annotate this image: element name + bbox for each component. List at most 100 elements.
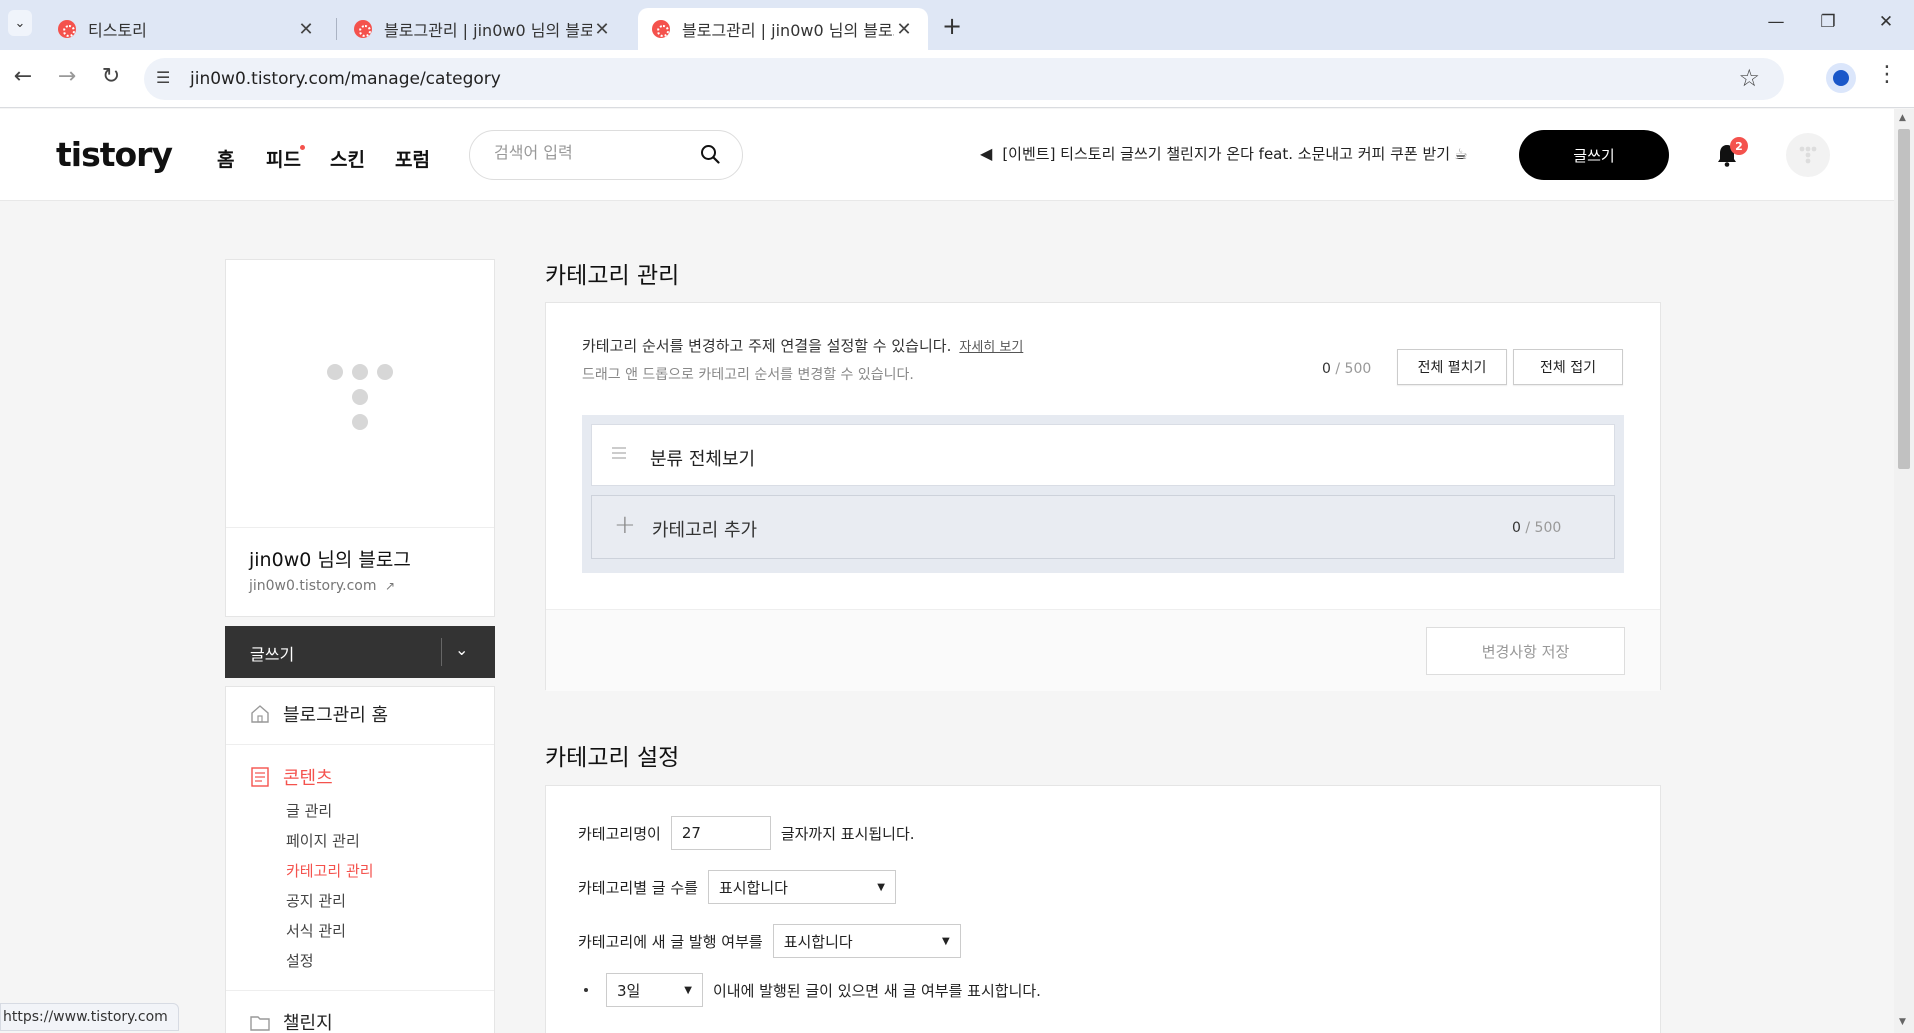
tistory-logo[interactable]: tistory (56, 135, 173, 174)
select-value: 표시합니다 (718, 878, 788, 897)
sidebar-item-home[interactable]: 블로그관리 홈 (249, 701, 388, 727)
url-text[interactable]: jin0w0.tistory.com/manage/category (190, 69, 501, 89)
tistory-favicon-icon (652, 20, 670, 38)
sidebar-item-category[interactable]: 카테고리 관리 (286, 860, 374, 881)
sidebar-menu: 블로그관리 홈 콘텐츠 글 관리 페이지 관리 카테고리 관리 공지 관리 서식… (225, 686, 495, 1033)
add-count: 0 (1512, 520, 1521, 536)
add-category-label[interactable]: 카테고리 추가 (652, 516, 757, 542)
plus-icon[interactable]: + (614, 510, 636, 540)
add-max: / 500 (1525, 520, 1562, 536)
tab-title: 블로그관리 | jin0w0 님의 블로그 (682, 21, 894, 40)
folder-icon (250, 1016, 270, 1031)
blog-url-link[interactable]: jin0w0.tistory.com ↗ (249, 578, 395, 594)
category-tree: 분류 전체보기 + 카테고리 추가 0 / 500 (582, 415, 1624, 573)
expand-all-button[interactable]: 전체 펼치기 (1397, 349, 1507, 385)
chevron-down-icon[interactable]: ⌄ (455, 640, 468, 659)
browser-menu-icon[interactable]: ⋮ (1876, 62, 1898, 87)
category-count: 0 (1322, 361, 1331, 377)
setting-label: 카테고리에 새 글 발행 여부를 (578, 932, 763, 951)
category-counter: 0 / 500 (1322, 361, 1371, 377)
search-box (469, 130, 743, 180)
sidebar-item-settings[interactable]: 설정 (286, 950, 314, 971)
profile-icon[interactable] (1826, 63, 1856, 93)
page-scrollbar[interactable]: ▲ ▼ (1894, 109, 1914, 1033)
category-settings-panel: 카테고리명이 27 글자까지 표시됩니다. 카테고리별 글 수를 표시합니다 ▼… (545, 785, 1661, 1033)
blog-profile-image[interactable] (226, 260, 494, 528)
name-length-input[interactable]: 27 (670, 816, 771, 850)
address-bar: ← → ↻ ☰ jin0w0.tistory.com/manage/catego… (0, 50, 1914, 108)
nav-feed[interactable]: 피드 (266, 145, 301, 172)
restore-icon[interactable]: ❐ (1808, 12, 1848, 32)
panel-footer: 변경사항 저장 (546, 609, 1660, 691)
category-manage-title: 카테고리 관리 (545, 263, 680, 289)
save-changes-button[interactable]: 변경사항 저장 (1426, 627, 1625, 675)
sidebar-item-template[interactable]: 서식 관리 (286, 920, 346, 941)
browser-tab-3-active[interactable]: 블로그관리 | jin0w0 님의 블로그 ✕ (638, 8, 928, 50)
post-count-select[interactable]: 표시합니다 ▼ (707, 870, 896, 904)
tab-search-button[interactable]: ⌄ (8, 10, 32, 36)
nav-skin[interactable]: 스킨 (330, 145, 365, 172)
logo-dot (352, 414, 368, 430)
write-button[interactable]: 글쓰기 (1519, 130, 1669, 180)
forward-icon[interactable]: → (52, 64, 82, 89)
external-link-icon: ↗ (384, 579, 396, 593)
new-post-select[interactable]: 표시합니다 ▼ (772, 924, 961, 958)
category-row-all[interactable]: 분류 전체보기 (591, 424, 1615, 486)
tistory-dots-icon (1799, 146, 1817, 164)
event-text[interactable]: [이벤트] 티스토리 글쓰기 챌린지가 온다 feat. 소문내고 커피 쿠폰 … (1002, 143, 1450, 164)
blog-url-text[interactable]: jin0w0.tistory.com (249, 578, 377, 594)
close-icon[interactable]: ✕ (296, 19, 316, 40)
add-category-counter: 0 / 500 (1512, 520, 1561, 536)
sidebar-item-notice[interactable]: 공지 관리 (286, 890, 346, 911)
scroll-down-icon[interactable]: ▼ (1899, 1017, 1906, 1027)
divider (226, 990, 494, 991)
tistory-favicon-icon (58, 20, 76, 38)
drag-handle-icon[interactable] (612, 447, 626, 462)
nav-forum[interactable]: 포럼 (395, 145, 430, 172)
category-all-label[interactable]: 분류 전체보기 (650, 445, 755, 471)
minimize-icon[interactable]: — (1756, 12, 1796, 32)
collapse-all-button[interactable]: 전체 접기 (1513, 349, 1623, 385)
sidebar-write-button[interactable]: 글쓰기 ⌄ (225, 626, 495, 678)
select-value: 표시합니다 (783, 932, 853, 951)
browser-tab-2[interactable]: 블로그관리 | jin0w0 님의 블로그 ✕ (340, 8, 626, 50)
sidebar-item-posts[interactable]: 글 관리 (286, 800, 332, 821)
divider (226, 744, 494, 745)
close-icon[interactable]: ✕ (894, 19, 914, 40)
coffee-icon: ☕ (1454, 144, 1468, 163)
sidebar-write-label[interactable]: 글쓰기 (250, 641, 294, 665)
setting-new-days: 3일 ▼ 이내에 발행된 글이 있으면 새 글 여부를 표시합니다. (578, 973, 1041, 1007)
detail-link[interactable]: 자세히 보기 (959, 340, 1023, 355)
add-category-row[interactable]: + 카테고리 추가 0 / 500 (591, 495, 1615, 559)
back-icon[interactable]: ← (8, 64, 38, 89)
nav-home[interactable]: 홈 (217, 145, 234, 172)
event-notice[interactable]: ◀ [이벤트] 티스토리 글쓰기 챌린지가 온다 feat. 소문내고 커피 쿠… (980, 143, 1468, 164)
search-icon[interactable] (700, 144, 720, 164)
sidebar-section-content[interactable]: 콘텐츠 (249, 764, 333, 790)
drag-drop-hint: 드래그 앤 드롭으로 카테고리 순서를 변경할 수 있습니다. (582, 367, 914, 383)
site-settings-icon[interactable]: ☰ (156, 68, 170, 87)
bookmark-star-icon[interactable]: ☆ (1738, 64, 1760, 92)
avatar[interactable] (1786, 133, 1830, 177)
close-icon[interactable]: ✕ (592, 19, 612, 40)
new-tab-icon[interactable]: + (942, 12, 962, 40)
search-input[interactable] (494, 143, 684, 162)
omnibox[interactable]: ☰ jin0w0.tistory.com/manage/category ☆ (144, 58, 1784, 100)
caret-down-icon: ▼ (877, 881, 885, 893)
window-close-icon[interactable]: ✕ (1866, 12, 1906, 32)
reload-icon[interactable]: ↻ (96, 64, 126, 89)
sidebar-section-label[interactable]: 콘텐츠 (283, 764, 333, 790)
sidebar-section-label[interactable]: 챌린지 (283, 1009, 333, 1033)
browser-tab-1[interactable]: 티스토리 ✕ (44, 8, 330, 50)
scrollbar-thumb[interactable] (1898, 129, 1910, 469)
days-select[interactable]: 3일 ▼ (606, 973, 703, 1007)
sidebar-section-challenge[interactable]: 챌린지 (249, 1009, 333, 1033)
tab-title: 블로그관리 | jin0w0 님의 블로그 (384, 21, 592, 40)
blog-name[interactable]: jin0w0 님의 블로그 (249, 545, 411, 572)
site-header: tistory 홈 피드 스킨 포럼 ◀ [이벤트] 티스토리 글쓰기 챌린지가… (0, 109, 1894, 201)
speaker-icon: ◀ (980, 144, 993, 163)
scroll-up-icon[interactable]: ▲ (1899, 113, 1906, 123)
browser-tab-bar: ⌄ 티스토리 ✕ 블로그관리 | jin0w0 님의 블로그 ✕ 블로그관리 |… (0, 0, 1914, 50)
sidebar-item-label[interactable]: 블로그관리 홈 (283, 701, 388, 727)
sidebar-item-pages[interactable]: 페이지 관리 (286, 830, 360, 851)
